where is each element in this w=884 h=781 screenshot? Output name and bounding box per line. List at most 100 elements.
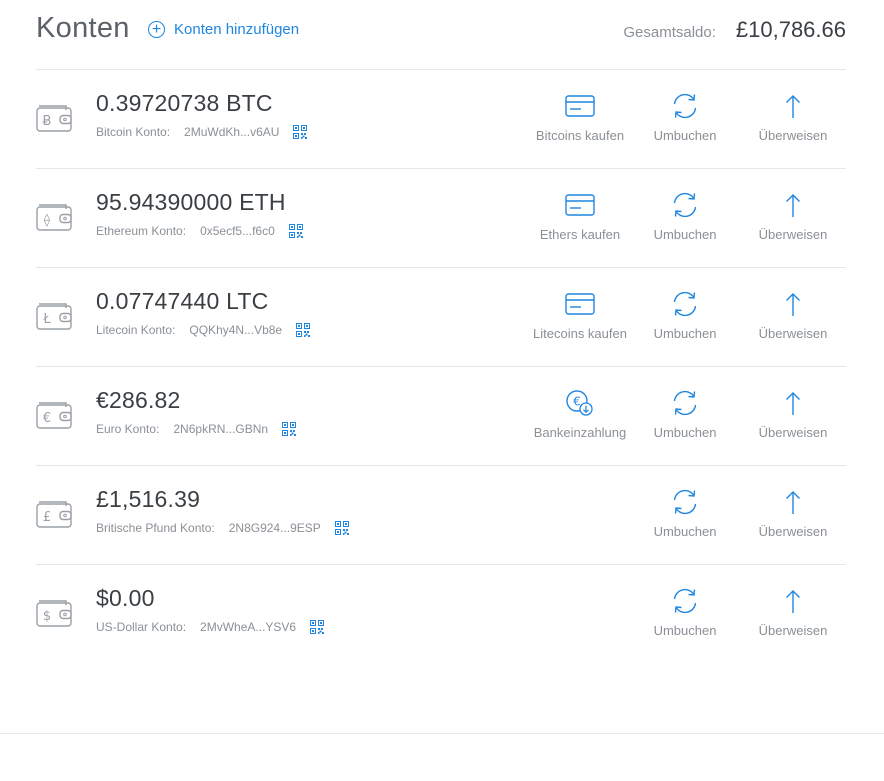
card-icon [525, 290, 635, 318]
account-row: € €286.82 Euro Konto: 2N6pkRN...GBNn € B… [36, 367, 846, 466]
convert-label: Umbuchen [653, 128, 717, 143]
send-label: Überweisen [758, 524, 828, 539]
total-balance-label: Gesamtsaldo: [623, 24, 716, 41]
buy-label: Ethers kaufen [539, 227, 621, 242]
account-row: $ $0.00 US-Dollar Konto: 2MvWheA...YSV6 … [36, 565, 846, 663]
card-icon [525, 92, 635, 120]
wallet-pound-icon: £ [36, 498, 72, 528]
arrow-up-icon [738, 290, 848, 318]
qr-code-icon[interactable] [288, 224, 303, 238]
account-balance: 95.94390000 ETH [96, 189, 286, 215]
svg-text:€: € [573, 395, 581, 409]
svg-text:⟠: ⟠ [44, 213, 51, 228]
account-balance: $0.00 [96, 585, 155, 611]
send-button[interactable]: Überweisen [738, 488, 848, 539]
add-account-label: Konten hinzufügen [174, 21, 300, 38]
qr-code-icon[interactable] [296, 323, 311, 337]
plus-circle-icon: + [148, 21, 165, 38]
footer-divider [0, 733, 884, 734]
send-label: Überweisen [758, 128, 828, 143]
wallet-litecoin-icon: Ł [36, 300, 72, 330]
account-balance: €286.82 [96, 387, 181, 413]
accounts-list: Ƀ 0.39720738 BTC Bitcoin Konto: 2MuWdKh.… [36, 70, 846, 663]
buy-button[interactable]: Bitcoins kaufen [525, 92, 635, 143]
account-address: 2N8G924...9ESP [228, 521, 321, 535]
accounts-header: Konten + Konten hinzufügen Gesamtsaldo: … [36, 0, 846, 70]
account-address: 0x5ecf5...f6c0 [200, 224, 275, 238]
account-label: Bitcoin Konto: [96, 125, 171, 139]
account-meta: US-Dollar Konto: 2MvWheA...YSV6 [96, 620, 325, 634]
account-address: 2MuWdKh...v6AU [184, 125, 280, 139]
card-icon [525, 191, 635, 219]
account-balance: 0.39720738 BTC [96, 90, 273, 116]
account-meta: Britische Pfund Konto: 2N8G924...9ESP [96, 521, 349, 535]
sync-icon [630, 191, 740, 219]
account-meta: Bitcoin Konto: 2MuWdKh...v6AU [96, 125, 308, 139]
qr-code-icon[interactable] [293, 125, 308, 139]
send-button[interactable]: Überweisen [738, 191, 848, 242]
qr-code-icon[interactable] [334, 521, 349, 535]
sync-icon [630, 389, 740, 417]
qr-code-icon[interactable] [310, 620, 325, 634]
account-row: ⟠ 95.94390000 ETH Ethereum Konto: 0x5ecf… [36, 169, 846, 268]
buy-button[interactable]: € Bankeinzahlung [525, 389, 635, 440]
buy-button[interactable]: Ethers kaufen [525, 191, 635, 242]
convert-button[interactable]: Umbuchen [630, 290, 740, 341]
account-balance: £1,516.39 [96, 486, 201, 512]
total-balance: Gesamtsaldo: £10,786.66 [623, 17, 846, 43]
account-meta: Litecoin Konto: QQKhy4N...Vb8e [96, 323, 311, 337]
account-row: £ £1,516.39 Britische Pfund Konto: 2N8G9… [36, 466, 846, 565]
account-balance: 0.07747440 LTC [96, 288, 269, 314]
send-label: Überweisen [758, 227, 828, 242]
svg-text:Ƀ: Ƀ [43, 114, 52, 129]
convert-button[interactable]: Umbuchen [630, 488, 740, 539]
add-account-button[interactable]: + Konten hinzufügen [148, 21, 299, 38]
account-row: Ł 0.07747440 LTC Litecoin Konto: QQKhy4N… [36, 268, 846, 367]
buy-label: Bitcoins kaufen [535, 128, 625, 143]
convert-label: Umbuchen [653, 425, 717, 440]
account-meta: Ethereum Konto: 0x5ecf5...f6c0 [96, 224, 303, 238]
account-label: Litecoin Konto: [96, 323, 176, 337]
arrow-up-icon [738, 92, 848, 120]
convert-label: Umbuchen [653, 524, 717, 539]
account-label: Britische Pfund Konto: [96, 521, 215, 535]
account-address: 2N6pkRN...GBNn [173, 422, 269, 436]
convert-label: Umbuchen [653, 623, 717, 638]
convert-button[interactable]: Umbuchen [630, 587, 740, 638]
page-title: Konten [36, 12, 130, 44]
account-label: Ethereum Konto: [96, 224, 187, 238]
wallet-euro-icon: € [36, 399, 72, 429]
buy-label: Litecoins kaufen [533, 326, 627, 341]
convert-button[interactable]: Umbuchen [630, 389, 740, 440]
account-address: QQKhy4N...Vb8e [189, 323, 283, 337]
buy-label: Bankeinzahlung [533, 425, 627, 440]
sync-icon [630, 587, 740, 615]
svg-text:$: $ [43, 609, 51, 624]
account-meta: Euro Konto: 2N6pkRN...GBNn [96, 422, 297, 436]
buy-button[interactable]: Litecoins kaufen [525, 290, 635, 341]
arrow-up-icon [738, 488, 848, 516]
convert-button[interactable]: Umbuchen [630, 92, 740, 143]
send-button[interactable]: Überweisen [738, 290, 848, 341]
send-button[interactable]: Überweisen [738, 587, 848, 638]
account-address: 2MvWheA...YSV6 [200, 620, 297, 634]
convert-button[interactable]: Umbuchen [630, 191, 740, 242]
send-button[interactable]: Überweisen [738, 389, 848, 440]
euro-deposit-icon: € [525, 389, 635, 417]
send-label: Überweisen [758, 326, 828, 341]
arrow-up-icon [738, 389, 848, 417]
arrow-up-icon [738, 587, 848, 615]
sync-icon [630, 488, 740, 516]
account-label: Euro Konto: [96, 422, 160, 436]
total-balance-value: £10,786.66 [735, 17, 846, 42]
svg-text:€: € [43, 411, 51, 426]
send-label: Überweisen [758, 623, 828, 638]
convert-label: Umbuchen [653, 227, 717, 242]
qr-code-icon[interactable] [282, 422, 297, 436]
svg-text:£: £ [43, 510, 51, 525]
send-button[interactable]: Überweisen [738, 92, 848, 143]
sync-icon [630, 290, 740, 318]
wallet-dollar-icon: $ [36, 597, 72, 627]
convert-label: Umbuchen [653, 326, 717, 341]
arrow-up-icon [738, 191, 848, 219]
